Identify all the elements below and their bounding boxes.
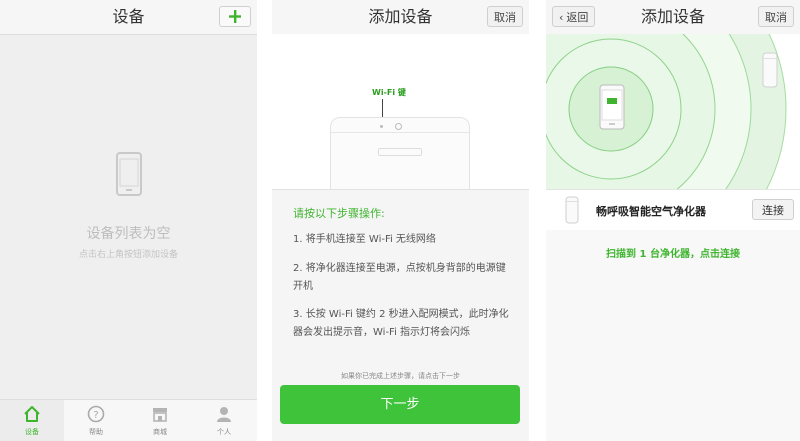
tab-shop[interactable]: 商城 (128, 400, 192, 441)
steps-title: 请按以下步骤操作: (293, 207, 385, 220)
air-purifier-illustration (330, 117, 470, 189)
scan-radar-area (546, 34, 800, 189)
tab-label: 设备 (25, 428, 39, 436)
wifi-key (395, 123, 402, 130)
cancel-button[interactable]: 取消 (758, 6, 794, 27)
purifier-handle (378, 148, 422, 156)
scan-status: 扫描到 1 台净化器，点击连接 (606, 249, 740, 260)
tab-label: 商城 (153, 428, 167, 436)
scan-result-area (546, 230, 800, 441)
shop-icon (153, 408, 167, 422)
phone-icon (599, 84, 625, 130)
tab-devices[interactable]: 设备 (0, 400, 64, 441)
top-bar: ‹ 返回 添加设备 取消 (546, 0, 800, 35)
wifi-key-label: Wi-Fi 键 (372, 88, 406, 97)
top-bar: 添加设备 取消 (272, 0, 529, 35)
cancel-button[interactable]: 取消 (487, 6, 523, 27)
add-device-button[interactable] (219, 6, 251, 27)
tab-profile[interactable]: 个人 (192, 400, 256, 441)
empty-state-hint: 点击右上角按钮添加设备 (78, 250, 178, 260)
step-item: 1. 将手机连接至 Wi-Fi 无线网络 (293, 234, 436, 245)
tab-label: 个人 (217, 428, 231, 436)
purifier-icon (762, 52, 778, 88)
device-list-screen: 设备 设备列表为空 点击右上角按钮添加设备 设备 ? 帮助 商城 个人 (0, 0, 257, 441)
completion-note: 如果你已完成上述步骤，请点击下一步 (341, 372, 460, 380)
purifier-icon (565, 196, 579, 224)
next-step-button[interactable]: 下一步 (280, 385, 520, 424)
indicator-light (380, 125, 383, 128)
device-scan-screen: ‹ 返回 添加设备 取消 畅呼吸智能空气净化器 连接 扫描到 1 台净化器，点击… (546, 0, 800, 441)
home-icon (24, 406, 40, 422)
step-item: 2. 将净化器连接至电源，点按机身背部的电源键开机 (293, 263, 506, 292)
found-device-row[interactable]: 畅呼吸智能空气净化器 连接 (546, 189, 800, 231)
device-name: 畅呼吸智能空气净化器 (596, 205, 706, 218)
tab-label: 帮助 (89, 428, 103, 436)
tab-help[interactable]: ? 帮助 (64, 400, 128, 441)
svg-text:?: ? (93, 410, 98, 421)
top-bar: 设备 (0, 0, 257, 35)
empty-state-title: 设备列表为空 (86, 226, 171, 242)
connect-button[interactable]: 连接 (752, 199, 794, 220)
phone-icon (116, 152, 142, 196)
bottom-tab-bar: 设备 ? 帮助 商城 个人 (0, 399, 257, 441)
help-icon: ? (87, 405, 105, 423)
add-device-instructions-screen: 添加设备 取消 Wi-Fi 键 请按以下步骤操作: 1. 将手机连接至 Wi-F… (272, 0, 529, 441)
plus-icon (229, 10, 241, 23)
person-icon (217, 407, 231, 422)
purifier-top-band (331, 132, 469, 133)
step-item: 3. 长按 Wi-Fi 键约 2 秒进入配网模式，此时净化器会发出提示音，Wi-… (293, 309, 509, 338)
